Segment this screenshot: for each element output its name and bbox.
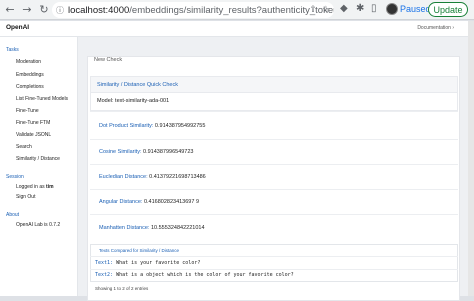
entries-info: Showing 1 to 2 of 2 entries — [95, 286, 149, 291]
forward-icon[interactable]: → — [20, 3, 34, 17]
new-check-link[interactable]: New Check — [94, 57, 122, 63]
about-heading: About — [6, 212, 20, 218]
paused-label[interactable]: Paused — [400, 4, 431, 14]
model-row: Model: text-similarity-ada-001 — [90, 93, 458, 111]
back-icon[interactable]: ← — [3, 3, 17, 17]
tasks-heading: Tasks — [6, 47, 19, 53]
dot-product-row: Dot Product Similarity: 0.91438795499275… — [99, 123, 206, 129]
manhattan-row: Manhatten Distance: 10.555324842221014 — [99, 225, 205, 231]
brand-logo[interactable]: OpenAI — [6, 24, 29, 31]
sidebar-item-fine-tune-ftm[interactable]: Fine-Tune FTM — [16, 120, 50, 126]
sidebar-item-embeddings[interactable]: Embeddings — [16, 72, 44, 78]
sidebar-item-list-fine-tuned-models[interactable]: List Fine-Tuned Models — [16, 96, 68, 102]
page-scrollbar[interactable] — [468, 21, 474, 296]
profile-avatar[interactable] — [386, 3, 398, 15]
text2-row: Text2: What is a object which is the col… — [95, 272, 294, 278]
quick-check-title: Similarity / Distance Quick Check — [97, 82, 178, 88]
model-name: Model: text-similarity-ada-001 — [97, 98, 170, 104]
version-text: OpenAI Lab is 0.7.2 — [16, 222, 61, 228]
username: tim — [46, 184, 54, 190]
divider — [90, 256, 458, 257]
divider — [90, 214, 458, 215]
sidebar-toggle-icon[interactable]: ▯ — [371, 3, 377, 14]
url-text: localhost:4000/embeddings/similarity_res… — [68, 4, 334, 16]
texts-table-title: Texts Compared for Similarity / Distance — [99, 248, 180, 253]
app-topbar: OpenAI Documentation › — [0, 21, 468, 37]
divider — [90, 139, 458, 140]
sidebar-item-similarity-distance[interactable]: Similarity / Distance — [16, 156, 60, 162]
session-heading: Session — [6, 174, 24, 180]
info-icon[interactable]: ⓘ — [56, 5, 64, 16]
euclidean-row: Eucledian Distance: 0.41379221698713486 — [99, 174, 206, 180]
divider — [90, 269, 458, 270]
address-bar[interactable]: ⓘ localhost:4000/embeddings/similarity_r… — [52, 2, 334, 18]
text1-row: Text1: What is your favorite color? — [95, 260, 201, 266]
cosine-row: Cosine Similarity: 0.914387996549723 — [99, 149, 194, 155]
sidebar-item-moderation[interactable]: Moderation — [16, 59, 41, 65]
share-icon[interactable]: ⇪ — [309, 5, 317, 15]
update-button[interactable]: Update — [428, 2, 468, 17]
angular-row: Angular Distance: 0.416802823413697 9 — [99, 199, 200, 205]
extension-icon[interactable]: ◆ — [340, 3, 348, 14]
sidebar: Tasks Moderation Embeddings Completions … — [0, 37, 78, 296]
divider — [90, 111, 458, 112]
reload-icon[interactable]: ↻ — [37, 3, 51, 17]
divider — [90, 189, 458, 190]
quick-check-header: Similarity / Distance Quick Check — [90, 76, 458, 93]
sidebar-item-validate-jsonl[interactable]: Validate JSONL — [16, 132, 51, 138]
puzzle-icon[interactable]: ✱ — [356, 3, 364, 14]
sidebar-item-completions[interactable]: Completions — [16, 84, 44, 90]
sign-out-link[interactable]: Sign Out — [16, 194, 35, 200]
documentation-link[interactable]: Documentation › — [417, 25, 454, 31]
sidebar-item-fine-tune[interactable]: Fine-Tune — [16, 108, 39, 114]
logged-in-text: Logged in as tim — [16, 184, 54, 190]
bookmark-star-icon[interactable]: ☆ — [322, 5, 330, 15]
divider — [90, 164, 458, 165]
sidebar-item-search[interactable]: Search — [16, 144, 32, 150]
